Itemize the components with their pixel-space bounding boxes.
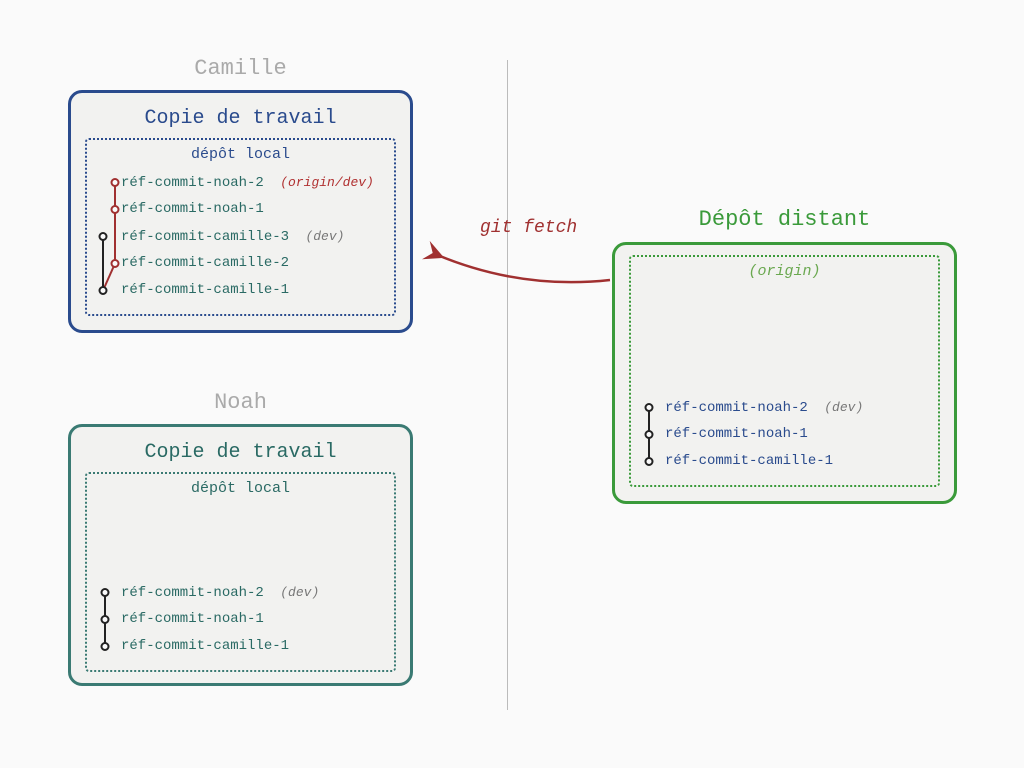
commit-ref: réf-commit-camille-3 <box>121 229 289 245</box>
commit-tag: (dev) <box>280 585 319 600</box>
commit-row: réf-commit-camille-2 <box>121 250 384 277</box>
center-divider <box>507 60 508 710</box>
remote-commit-list: réf-commit-noah-2 (dev) réf-commit-noah-… <box>641 394 928 475</box>
commit-ref: réf-commit-camille-1 <box>121 282 289 298</box>
camille-commit-list: réf-commit-noah-2 (origin/dev) réf-commi… <box>97 169 384 304</box>
commit-ref: réf-commit-noah-1 <box>121 201 264 217</box>
commit-row: réf-commit-noah-1 <box>665 421 928 448</box>
noah-panel: Copie de travail dépôt local réf-commit-… <box>68 424 413 686</box>
commit-ref: réf-commit-noah-2 <box>665 400 808 416</box>
fetch-label: git fetch <box>480 218 577 238</box>
commit-tag: (dev) <box>824 400 863 415</box>
noah-graph <box>97 579 121 660</box>
commit-row: réf-commit-camille-1 <box>121 277 384 304</box>
commit-row: réf-commit-noah-2 (dev) <box>121 579 384 606</box>
noah-commit-list: réf-commit-noah-2 (dev) réf-commit-noah-… <box>97 579 384 660</box>
commit-ref: réf-commit-noah-2 <box>121 175 264 191</box>
remote-title: Dépôt distant <box>612 207 957 232</box>
commit-row: réf-commit-noah-2 (origin/dev) <box>121 169 384 196</box>
commit-ref: réf-commit-camille-1 <box>121 638 289 654</box>
noah-panel-title: Copie de travail <box>85 441 396 464</box>
remote-graph <box>641 394 665 475</box>
commit-row: réf-commit-noah-1 <box>121 606 384 633</box>
commit-ref: réf-commit-noah-2 <box>121 585 264 601</box>
noah-title: Noah <box>68 390 413 415</box>
remote-panel: (origin) réf-commit-noah-2 (dev) réf-com… <box>612 242 957 504</box>
camille-local-repo: dépôt local <box>85 138 396 316</box>
commit-row: réf-commit-camille-1 <box>121 633 384 660</box>
commit-row: réf-commit-noah-1 <box>121 196 384 223</box>
noah-local-repo: dépôt local réf-commit-noah-2 (dev) réf-… <box>85 472 396 672</box>
remote-inner: (origin) réf-commit-noah-2 (dev) réf-com… <box>629 255 940 487</box>
commit-ref: réf-commit-camille-2 <box>121 255 289 271</box>
camille-graph <box>97 169 121 304</box>
commit-ref: réf-commit-noah-1 <box>665 426 808 442</box>
camille-panel-title: Copie de travail <box>85 107 396 130</box>
noah-inner-title: dépôt local <box>97 480 384 497</box>
camille-title: Camille <box>68 56 413 81</box>
remote-inner-title: (origin) <box>641 263 928 280</box>
camille-inner-title: dépôt local <box>97 146 384 163</box>
commit-tag: (dev) <box>305 229 344 244</box>
commit-row: réf-commit-camille-3 (dev) <box>121 223 384 250</box>
commit-row: réf-commit-camille-1 <box>665 448 928 475</box>
commit-tag: (origin/dev) <box>280 175 374 190</box>
commit-row: réf-commit-noah-2 (dev) <box>665 394 928 421</box>
commit-ref: réf-commit-noah-1 <box>121 611 264 627</box>
camille-panel: Copie de travail dépôt local <box>68 90 413 333</box>
commit-ref: réf-commit-camille-1 <box>665 453 833 469</box>
